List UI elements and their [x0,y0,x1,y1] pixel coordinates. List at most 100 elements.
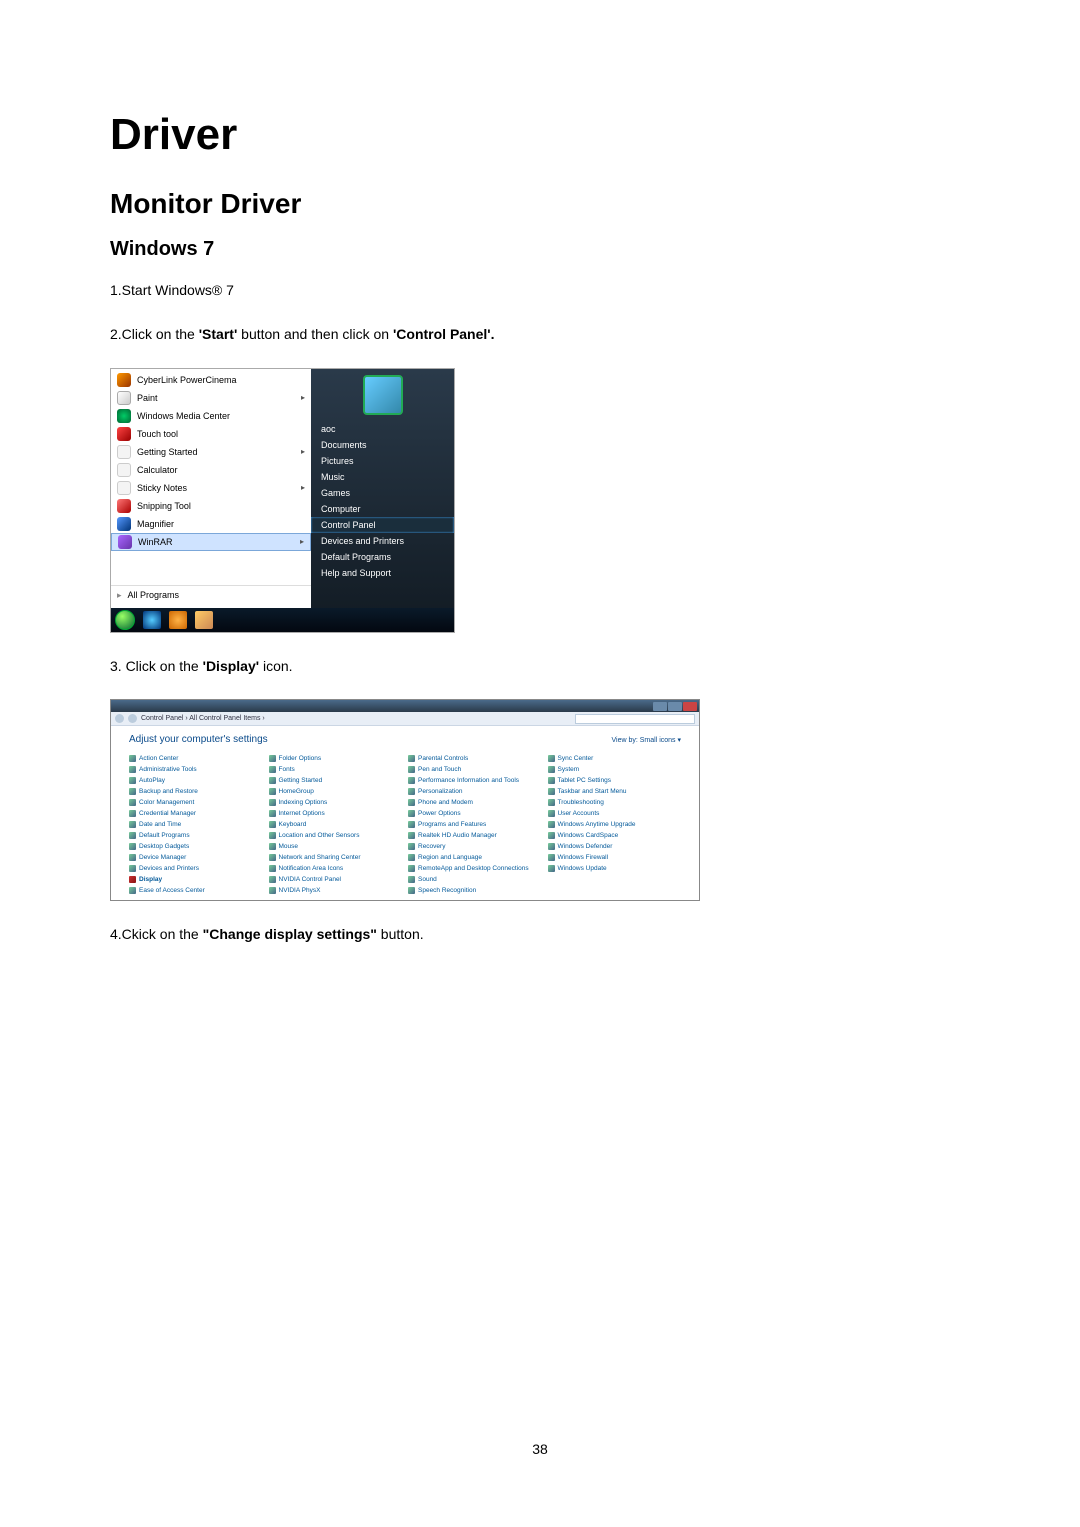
control-panel-item-label: NVIDIA PhysX [279,887,321,894]
control-panel-item[interactable]: Device Manager [129,852,263,862]
control-panel-item[interactable]: Sound [408,874,542,884]
submenu-arrow-icon: ▸ [301,483,305,492]
control-panel-item[interactable]: Personalization [408,786,542,796]
control-panel-item[interactable]: System [548,764,682,774]
control-panel-screenshot: Control Panel › All Control Panel Items … [110,699,700,901]
control-panel-item[interactable]: Backup and Restore [129,786,263,796]
start-menu-right-item[interactable]: Documents [311,437,454,453]
control-panel-item[interactable]: Recovery [408,841,542,851]
start-menu-right-item[interactable]: Computer [311,501,454,517]
control-panel-item[interactable]: Color Management [129,797,263,807]
control-panel-item[interactable]: Troubleshooting [548,797,682,807]
control-panel-item[interactable]: Internet Options [269,808,403,818]
start-menu-item[interactable]: Calculator [111,461,311,479]
start-menu-item[interactable]: Touch tool [111,425,311,443]
control-panel-item[interactable]: Region and Language [408,852,542,862]
nav-back-icon[interactable] [115,714,124,723]
control-panel-item[interactable]: Realtek HD Audio Manager [408,830,542,840]
start-menu-item[interactable]: Magnifier [111,515,311,533]
start-menu-right-item[interactable]: Pictures [311,453,454,469]
control-panel-item[interactable]: Windows Update [548,863,682,873]
start-orb-icon[interactable] [115,610,135,630]
taskbar-ie-icon[interactable] [143,611,161,629]
control-panel-item[interactable]: RemoteApp and Desktop Connections [408,863,542,873]
control-panel-item-icon [269,832,276,839]
control-panel-item[interactable]: Pen and Touch [408,764,542,774]
control-panel-item[interactable]: Sync Center [548,753,682,763]
control-panel-item[interactable]: Keyboard [269,819,403,829]
control-panel-item[interactable]: Windows Anytime Upgrade [548,819,682,829]
start-menu-item[interactable]: Snipping Tool [111,497,311,515]
control-panel-item[interactable]: NVIDIA PhysX [269,885,403,895]
control-panel-item-icon [129,887,136,894]
control-panel-item[interactable]: Date and Time [129,819,263,829]
all-programs[interactable]: ▸ All Programs [111,585,311,605]
start-menu-item-label: Calculator [137,465,178,475]
cp-search-input[interactable] [575,714,695,724]
control-panel-item[interactable]: Desktop Gadgets [129,841,263,851]
nav-forward-icon[interactable] [128,714,137,723]
control-panel-item[interactable]: Location and Other Sensors [269,830,403,840]
start-menu-item-label: Magnifier [137,519,174,529]
control-panel-item-icon [129,777,136,784]
control-panel-item[interactable]: NVIDIA Control Panel [269,874,403,884]
control-panel-item[interactable]: Devices and Printers [129,863,263,873]
taskbar-wmp-icon[interactable] [169,611,187,629]
control-panel-item[interactable]: AutoPlay [129,775,263,785]
cp-header: Adjust your computer's settings View by:… [111,726,699,749]
control-panel-item-label: Credential Manager [139,810,196,817]
control-panel-item[interactable]: Network and Sharing Center [269,852,403,862]
maximize-button[interactable] [668,702,682,711]
control-panel-item[interactable]: Windows Firewall [548,852,682,862]
control-panel-item-label: Windows Firewall [558,854,609,861]
control-panel-item[interactable]: Speech Recognition [408,885,542,895]
view-by-dropdown[interactable]: View by: Small icons ▾ [611,736,681,744]
minimize-button[interactable] [653,702,667,711]
control-panel-item[interactable]: Ease of Access Center [129,885,263,895]
control-panel-item[interactable]: Default Programs [129,830,263,840]
start-menu-item[interactable]: Getting Started▸ [111,443,311,461]
start-menu-item[interactable]: CyberLink PowerCinema [111,371,311,389]
start-menu-item[interactable]: WinRAR▸ [111,533,311,551]
control-panel-item[interactable]: Phone and Modem [408,797,542,807]
control-panel-item[interactable]: HomeGroup [269,786,403,796]
user-avatar-icon[interactable] [363,375,403,415]
wmc-icon [117,409,131,423]
control-panel-item[interactable]: Power Options [408,808,542,818]
control-panel-item[interactable]: Getting Started [269,775,403,785]
control-panel-item[interactable]: Windows CardSpace [548,830,682,840]
start-menu-right-item[interactable]: Music [311,469,454,485]
start-menu-right-item[interactable]: Control Panel [311,517,454,533]
control-panel-item[interactable]: Parental Controls [408,753,542,763]
control-panel-item[interactable]: Display [129,874,263,884]
start-menu-right-item[interactable]: Devices and Printers [311,533,454,549]
step-1: 1.Start Windows® 7 [110,279,970,301]
control-panel-item[interactable]: Action Center [129,753,263,763]
control-panel-item[interactable]: Windows Defender [548,841,682,851]
control-panel-item[interactable]: Programs and Features [408,819,542,829]
control-panel-item[interactable]: Indexing Options [269,797,403,807]
control-panel-item[interactable]: Taskbar and Start Menu [548,786,682,796]
control-panel-item[interactable]: Folder Options [269,753,403,763]
control-panel-item-icon [408,832,415,839]
control-panel-item[interactable]: Fonts [269,764,403,774]
start-menu-right-item[interactable]: Games [311,485,454,501]
control-panel-item[interactable]: Tablet PC Settings [548,775,682,785]
control-panel-item[interactable]: Performance Information and Tools [408,775,542,785]
control-panel-item[interactable]: Notification Area Icons [269,863,403,873]
control-panel-item[interactable]: Administrative Tools [129,764,263,774]
start-menu-item[interactable]: Sticky Notes▸ [111,479,311,497]
control-panel-item[interactable]: User Accounts [548,808,682,818]
taskbar-explorer-icon[interactable] [195,611,213,629]
start-menu-item[interactable]: Windows Media Center [111,407,311,425]
control-panel-item-label: Keyboard [279,821,307,828]
start-menu-right-item[interactable]: Default Programs [311,549,454,565]
control-panel-item[interactable]: Credential Manager [129,808,263,818]
breadcrumb[interactable]: Control Panel › All Control Panel Items … [141,715,265,722]
control-panel-item-icon [269,766,276,773]
control-panel-item[interactable]: Mouse [269,841,403,851]
start-menu-item[interactable]: Paint▸ [111,389,311,407]
close-button[interactable] [683,702,697,711]
start-menu-right-item[interactable]: aoc [311,421,454,437]
start-menu-right-item[interactable]: Help and Support [311,565,454,581]
